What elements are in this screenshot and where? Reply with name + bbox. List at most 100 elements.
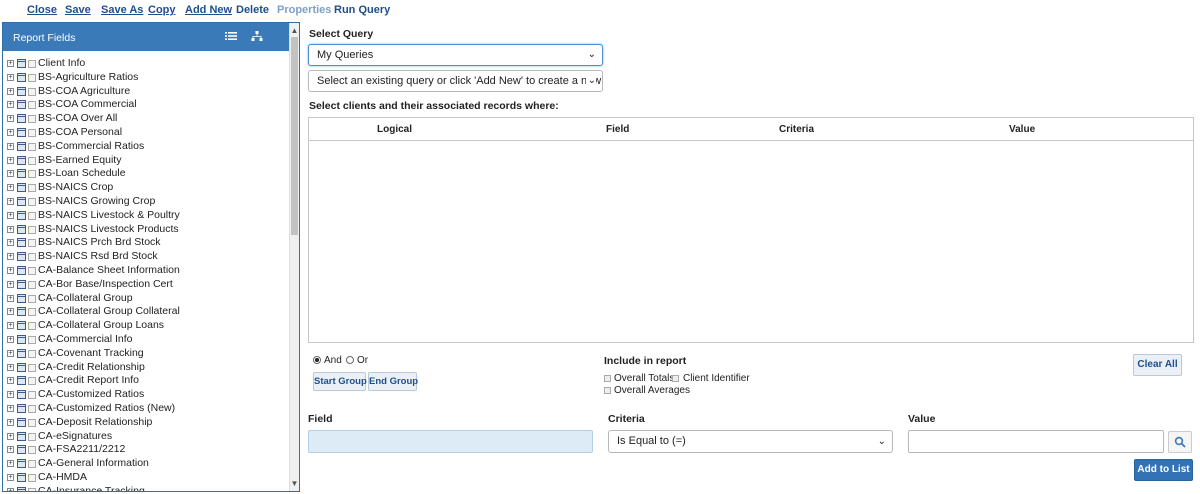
tree-item[interactable]: + CA-Collateral Group: [3, 292, 291, 306]
tree-item[interactable]: + CA-Collateral Group Loans: [3, 319, 291, 333]
tree-item-checkbox[interactable]: [28, 101, 36, 110]
expand-icon[interactable]: +: [7, 170, 14, 178]
tree-item[interactable]: + CA-Credit Relationship: [3, 361, 291, 375]
tree-item-checkbox[interactable]: [28, 225, 36, 234]
tree-item[interactable]: + BS-Earned Equity: [3, 154, 291, 168]
expand-icon[interactable]: +: [7, 322, 14, 330]
tree-scrollbar[interactable]: ▲ ▼: [289, 23, 299, 491]
tree-item[interactable]: + CA-Covenant Tracking: [3, 347, 291, 361]
expand-icon[interactable]: +: [7, 184, 14, 192]
tree-item[interactable]: + CA-Customized Ratios (New): [3, 402, 291, 416]
expand-icon[interactable]: +: [7, 211, 14, 219]
value-input[interactable]: [908, 430, 1164, 453]
start-group-button[interactable]: Start Group: [313, 372, 367, 391]
expand-icon[interactable]: +: [7, 294, 14, 302]
expand-icon[interactable]: +: [7, 460, 14, 468]
expand-icon[interactable]: +: [7, 280, 14, 288]
field-input[interactable]: [308, 430, 593, 453]
tree-item[interactable]: + BS-COA Personal: [3, 126, 291, 140]
expand-icon[interactable]: +: [7, 335, 14, 343]
tree-item-checkbox[interactable]: [28, 391, 36, 400]
tree-item[interactable]: + BS-Loan Schedule: [3, 167, 291, 181]
tree-item-checkbox[interactable]: [28, 73, 36, 82]
tree-item-checkbox[interactable]: [28, 363, 36, 372]
tree-item-checkbox[interactable]: [28, 197, 36, 206]
expand-icon[interactable]: +: [7, 418, 14, 426]
expand-icon[interactable]: +: [7, 363, 14, 371]
tree-item[interactable]: + BS-NAICS Growing Crop: [3, 195, 291, 209]
expand-icon[interactable]: +: [7, 128, 14, 136]
tree-item-checkbox[interactable]: [28, 308, 36, 317]
expand-icon[interactable]: +: [7, 432, 14, 440]
expand-icon[interactable]: +: [7, 253, 14, 261]
tree-item-checkbox[interactable]: [28, 446, 36, 455]
tree-item-checkbox[interactable]: [28, 432, 36, 441]
tree-item[interactable]: + CA-Deposit Relationship: [3, 416, 291, 430]
tree-item-checkbox[interactable]: [28, 335, 36, 344]
save-as-menu-item[interactable]: Save As: [101, 4, 143, 16]
expand-icon[interactable]: +: [7, 101, 14, 109]
expand-icon[interactable]: +: [7, 308, 14, 316]
expand-icon[interactable]: +: [7, 87, 14, 95]
delete-menu-item[interactable]: Delete: [236, 4, 269, 16]
tree-item-checkbox[interactable]: [28, 211, 36, 220]
overall-totals-checkbox[interactable]: [604, 375, 611, 382]
tree-item-checkbox[interactable]: [28, 322, 36, 331]
tree-item-checkbox[interactable]: [28, 156, 36, 165]
tree-item[interactable]: + CA-General Information: [3, 457, 291, 471]
tree-item-checkbox[interactable]: [28, 349, 36, 358]
expand-icon[interactable]: +: [7, 391, 14, 399]
tree-item[interactable]: + BS-COA Agriculture: [3, 85, 291, 99]
expand-icon[interactable]: +: [7, 487, 14, 491]
expand-icon[interactable]: +: [7, 239, 14, 247]
expand-icon[interactable]: +: [7, 156, 14, 164]
tree-item-checkbox[interactable]: [28, 184, 36, 193]
expand-icon[interactable]: +: [7, 115, 14, 123]
tree-item-checkbox[interactable]: [28, 170, 36, 179]
expand-icon[interactable]: +: [7, 197, 14, 205]
copy-menu-item[interactable]: Copy: [148, 4, 176, 16]
tree-item-checkbox[interactable]: [28, 280, 36, 289]
clear-all-button[interactable]: Clear All: [1133, 354, 1182, 376]
tree-item[interactable]: + BS-NAICS Livestock Products: [3, 223, 291, 237]
expand-icon[interactable]: +: [7, 73, 14, 81]
tree-item[interactable]: + BS-NAICS Prch Brd Stock: [3, 236, 291, 250]
expand-icon[interactable]: +: [7, 60, 14, 67]
tree-item-checkbox[interactable]: [28, 253, 36, 262]
tree-item-checkbox[interactable]: [28, 60, 36, 68]
client-identifier-checkbox[interactable]: [672, 375, 679, 382]
scroll-up-icon[interactable]: ▲: [290, 25, 299, 36]
overall-averages-checkbox[interactable]: [604, 387, 611, 394]
close-menu-item[interactable]: Close: [27, 4, 57, 16]
list-view-icon[interactable]: [225, 30, 237, 42]
expand-icon[interactable]: +: [7, 266, 14, 274]
value-search-button[interactable]: [1168, 431, 1192, 453]
tree-item-checkbox[interactable]: [28, 128, 36, 137]
tree-item[interactable]: + CA-FSA2211/2212: [3, 443, 291, 457]
tree-item[interactable]: + CA-Balance Sheet Information: [3, 264, 291, 278]
run-query-menu-item[interactable]: Run Query: [334, 4, 390, 16]
expand-icon[interactable]: +: [7, 225, 14, 233]
tree-item[interactable]: + BS-Agriculture Ratios: [3, 71, 291, 85]
existing-query-select[interactable]: Select an existing query or click 'Add N…: [308, 70, 603, 92]
tree-item[interactable]: + CA-Collateral Group Collateral: [3, 305, 291, 319]
query-category-select[interactable]: My Queries ⌄: [308, 44, 603, 66]
tree-item[interactable]: + BS-NAICS Crop: [3, 181, 291, 195]
tree-item[interactable]: + BS-Commercial Ratios: [3, 140, 291, 154]
tree-item[interactable]: + CA-Customized Ratios: [3, 388, 291, 402]
tree-item-checkbox[interactable]: [28, 418, 36, 427]
tree-item[interactable]: + Client Info: [3, 57, 291, 71]
or-radio[interactable]: [346, 356, 354, 364]
expand-icon[interactable]: +: [7, 404, 14, 412]
tree-item-checkbox[interactable]: [28, 115, 36, 124]
tree-item[interactable]: + BS-NAICS Livestock & Poultry: [3, 209, 291, 223]
expand-icon[interactable]: +: [7, 349, 14, 357]
tree-item[interactable]: + CA-Credit Report Info: [3, 374, 291, 388]
tree-item[interactable]: + BS-COA Commercial: [3, 98, 291, 112]
tree-item-checkbox[interactable]: [28, 460, 36, 469]
tree-item-checkbox[interactable]: [28, 142, 36, 151]
tree-item-checkbox[interactable]: [28, 377, 36, 386]
criteria-select[interactable]: Is Equal to (=) ⌄: [608, 430, 893, 453]
tree-item[interactable]: + CA-Bor Base/Inspection Cert: [3, 278, 291, 292]
expand-icon[interactable]: +: [7, 473, 14, 481]
